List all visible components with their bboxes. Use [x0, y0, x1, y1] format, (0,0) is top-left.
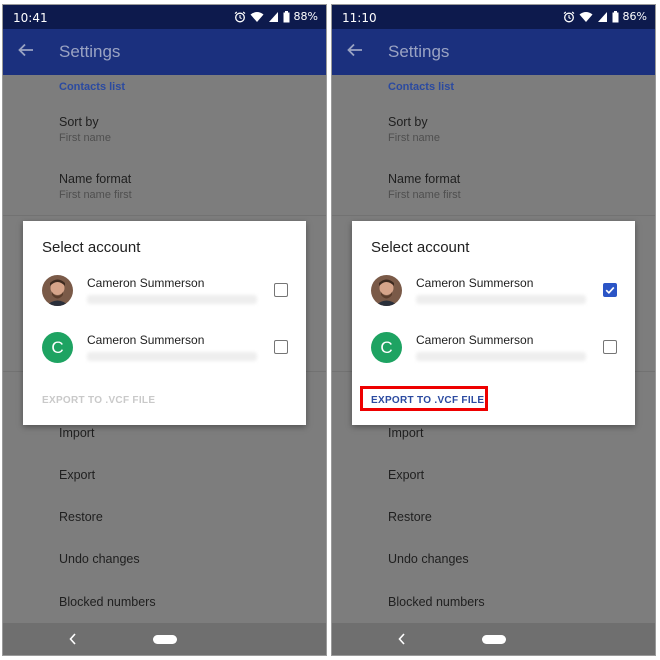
arrow-back-icon[interactable]	[17, 41, 35, 59]
highlight-box	[360, 386, 488, 411]
pref-title: Sort by	[59, 115, 99, 129]
pref-title: Name format	[388, 172, 461, 186]
account-name: Cameron Summerson	[87, 276, 205, 290]
pref-summary: First name	[388, 132, 440, 144]
account-email-redacted	[87, 295, 257, 304]
nav-home-pill[interactable]	[153, 635, 177, 644]
status-time: 11:10	[342, 11, 377, 25]
select-account-dialog: Select account Cameron Summerson C Camer…	[352, 221, 635, 425]
pref-name-format[interactable]: Name format First name first	[59, 172, 132, 201]
nav-back-icon[interactable]	[396, 632, 408, 646]
avatar: C	[42, 332, 73, 363]
account-email-redacted	[416, 352, 586, 361]
menu-item-restore[interactable]: Restore	[388, 510, 432, 524]
account-row[interactable]: Cameron Summerson	[23, 275, 306, 315]
navigation-bar	[3, 623, 326, 655]
app-bar: Settings	[3, 29, 326, 75]
wifi-icon	[250, 11, 264, 22]
check-icon	[605, 286, 615, 295]
alarm-icon	[234, 11, 245, 22]
menu-item-export[interactable]: Export	[59, 468, 95, 482]
menu-item-restore[interactable]: Restore	[59, 510, 103, 524]
battery-icon	[612, 10, 619, 22]
menu-item-export[interactable]: Export	[388, 468, 424, 482]
wifi-icon	[579, 11, 593, 22]
divider	[332, 215, 655, 216]
pref-sort-by[interactable]: Sort by First name	[59, 115, 111, 144]
menu-item-blocked-numbers[interactable]: Blocked numbers	[59, 595, 156, 609]
menu-item-undo-changes[interactable]: Undo changes	[388, 552, 469, 566]
pref-summary: First name first	[59, 189, 132, 201]
app-bar: Settings	[332, 29, 655, 75]
status-bar: 10:41 88%	[3, 5, 326, 29]
battery-percent: 86%	[622, 10, 647, 23]
phone-screen-before: 10:41 88% Settings Contacts list Sort by…	[2, 4, 327, 656]
account-checkbox[interactable]	[603, 340, 617, 354]
status-time: 10:41	[13, 11, 48, 25]
dialog-title: Select account	[371, 239, 470, 256]
avatar-photo-icon	[42, 275, 73, 306]
avatar	[371, 275, 402, 306]
signal-icon	[268, 11, 278, 22]
export-vcf-button[interactable]: EXPORT TO .VCF FILE	[42, 395, 155, 406]
status-bar: 11:10 86%	[332, 5, 655, 29]
menu-item-import[interactable]: Import	[388, 426, 423, 440]
account-checkbox[interactable]	[274, 283, 288, 297]
dialog-title: Select account	[42, 239, 141, 256]
alarm-icon	[563, 11, 574, 22]
page-title: Settings	[388, 42, 450, 61]
menu-item-undo-changes[interactable]: Undo changes	[59, 552, 140, 566]
pref-summary: First name	[59, 132, 111, 144]
nav-back-icon[interactable]	[67, 632, 79, 646]
account-email-redacted	[87, 352, 257, 361]
account-name: Cameron Summerson	[416, 276, 534, 290]
battery-icon	[283, 10, 290, 22]
account-row[interactable]: C Cameron Summerson	[23, 332, 306, 372]
avatar: C	[371, 332, 402, 363]
signal-icon	[597, 11, 607, 22]
account-name: Cameron Summerson	[416, 333, 534, 347]
divider	[3, 215, 326, 216]
pref-title: Name format	[59, 172, 132, 186]
account-row[interactable]: Cameron Summerson	[352, 275, 635, 315]
menu-item-blocked-numbers[interactable]: Blocked numbers	[388, 595, 485, 609]
pref-sort-by[interactable]: Sort by First name	[388, 115, 440, 144]
nav-home-pill[interactable]	[482, 635, 506, 644]
account-checkbox-checked[interactable]	[603, 283, 617, 297]
arrow-back-icon[interactable]	[346, 41, 364, 59]
account-email-redacted	[416, 295, 586, 304]
pref-summary: First name first	[388, 189, 461, 201]
account-checkbox[interactable]	[274, 340, 288, 354]
phone-screen-after: 11:10 86% Settings Contacts list Sort by…	[331, 4, 656, 656]
avatar	[42, 275, 73, 306]
section-header: Contacts list	[59, 81, 126, 93]
select-account-dialog: Select account Cameron Summerson C Camer…	[23, 221, 306, 425]
pref-title: Sort by	[388, 115, 428, 129]
battery-percent: 88%	[293, 10, 318, 23]
navigation-bar	[332, 623, 655, 655]
account-row[interactable]: C Cameron Summerson	[352, 332, 635, 372]
avatar-photo-icon	[371, 275, 402, 306]
section-header: Contacts list	[388, 81, 455, 93]
menu-item-import[interactable]: Import	[59, 426, 94, 440]
pref-name-format[interactable]: Name format First name first	[388, 172, 461, 201]
page-title: Settings	[59, 42, 121, 61]
account-name: Cameron Summerson	[87, 333, 205, 347]
